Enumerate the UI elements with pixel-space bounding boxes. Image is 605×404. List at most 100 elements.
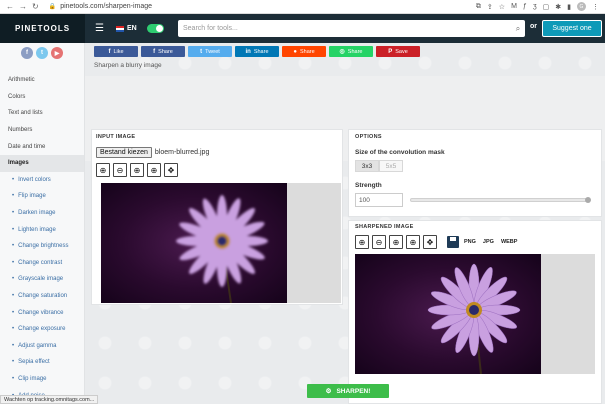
sidebar-item-flip-image[interactable]: Flip image: [0, 188, 84, 205]
zoom-fit-icon[interactable]: ⊕: [96, 163, 110, 177]
choose-file-button[interactable]: Bestand kiezen: [96, 147, 152, 158]
file-name: bloem-blurred.jpg: [154, 149, 210, 156]
sidebar-item-colors[interactable]: Colors: [0, 89, 84, 106]
share-label: Share: [347, 48, 363, 55]
extension-box-icon[interactable]: ▢: [543, 3, 550, 11]
reload-icon[interactable]: ↻: [32, 2, 39, 11]
zoom-in-icon[interactable]: ⊕: [130, 163, 144, 177]
pinterest-save-button[interactable]: P Save: [376, 46, 420, 57]
strength-input[interactable]: 100: [355, 193, 403, 207]
input-image-viewport[interactable]: [101, 183, 341, 303]
forward-icon[interactable]: →: [19, 2, 27, 11]
sidebar-item-arithmetic[interactable]: Arithmetic: [0, 72, 84, 89]
extension-script-icon[interactable]: ƒ: [523, 3, 527, 10]
share-page-icon[interactable]: ⇪: [487, 3, 493, 11]
twitter-icon[interactable]: t: [36, 47, 48, 59]
search-placeholder: Search for tools...: [183, 25, 238, 32]
sharpen-button[interactable]: ⚙ SHARPEN!: [307, 384, 389, 398]
lock-icon: 🔒: [48, 4, 57, 10]
sidepanel-icon[interactable]: ▮: [567, 3, 571, 11]
back-icon[interactable]: ←: [6, 2, 14, 11]
menu-dots-icon[interactable]: ⋮: [592, 3, 599, 11]
move-icon[interactable]: ✥: [423, 235, 437, 249]
sidebar: f t ▶ Arithmetic Colors Text and lists Numb…: [0, 43, 85, 404]
zoom-out-icon[interactable]: ⊖: [372, 235, 386, 249]
sharpened-image-viewport[interactable]: [355, 254, 595, 374]
bookmark-star-icon[interactable]: ☆: [499, 3, 505, 11]
sidebar-item-change-vibrance[interactable]: Change vibrance: [0, 304, 84, 321]
sidebar-item-grayscale-image[interactable]: Grayscale image: [0, 271, 84, 288]
address-text: pinetools.com/sharpen-image: [60, 3, 153, 10]
strength-slider[interactable]: [410, 198, 590, 202]
sidebar-item-clip-image[interactable]: Clip image: [0, 371, 84, 388]
zoom-reset-icon[interactable]: ⊕: [147, 163, 161, 177]
whatsapp-icon: ◎: [339, 49, 345, 55]
output-toolbar: ⊕ ⊖ ⊕ ⊕ ✥ PNG JPG WEBP: [355, 235, 519, 249]
download-jpg-button[interactable]: JPG: [481, 237, 496, 247]
linkedin-icon: in: [245, 48, 251, 55]
share-label: Share: [299, 48, 315, 55]
tweet-label: Tweet: [205, 48, 220, 55]
linkedin-share-button[interactable]: in Share: [235, 46, 279, 57]
whatsapp-share-button[interactable]: ◎ Share: [329, 46, 373, 57]
reddit-share-button[interactable]: ● Share: [282, 46, 326, 57]
sidebar-item-sepia-effect[interactable]: Sepia effect: [0, 354, 84, 371]
search-icon[interactable]: ⌕: [511, 24, 525, 34]
share-label: Share: [158, 48, 173, 55]
extension-m-icon[interactable]: M: [511, 3, 517, 10]
pinterest-icon: P: [388, 48, 393, 55]
tweet-button[interactable]: t Tweet: [188, 46, 232, 57]
site-logo[interactable]: PINETOOLS: [0, 14, 85, 43]
extension-code-icon[interactable]: ʒ: [533, 3, 537, 10]
strength-label: Strength: [355, 182, 382, 189]
sharpened-flower-image: [355, 254, 541, 374]
hamburger-menu-icon[interactable]: ☰: [95, 23, 104, 34]
download-webp-button[interactable]: WEBP: [499, 237, 520, 247]
sidebar-item-invert-colors[interactable]: Invert colors: [0, 172, 84, 189]
extensions-puzzle-icon[interactable]: ✱: [555, 3, 561, 11]
sidebar-item-date-and-time[interactable]: Date and time: [0, 138, 84, 155]
sidebar-item-adjust-gamma[interactable]: Adjust gamma: [0, 338, 84, 355]
us-flag-icon: [115, 25, 124, 32]
floppy-disk-icon: [447, 236, 459, 248]
dark-mode-toggle[interactable]: [146, 24, 164, 33]
status-bar: Wachten op tracking.omnitags.com...: [0, 395, 99, 404]
sidebar-item-numbers[interactable]: Numbers: [0, 122, 84, 139]
facebook-icon: f: [108, 48, 111, 55]
sidebar-item-lighten-image[interactable]: Lighten image: [0, 221, 84, 238]
search-input[interactable]: Search for tools... ⌕: [178, 20, 525, 37]
mask-size-toggle: 3x3 5x5: [355, 160, 403, 172]
sharpen-label: SHARPEN!: [336, 387, 371, 395]
download-png-button[interactable]: PNG: [462, 237, 478, 247]
facebook-like-button[interactable]: f Like: [94, 46, 138, 57]
facebook-icon[interactable]: f: [21, 47, 33, 59]
mask-option-3x3[interactable]: 3x3: [355, 160, 379, 172]
sidebar-item-change-exposure[interactable]: Change exposure: [0, 321, 84, 338]
options-title: OPTIONS: [355, 134, 382, 140]
translate-icon[interactable]: ⧉: [476, 3, 481, 11]
move-icon[interactable]: ✥: [164, 163, 178, 177]
zoom-reset-icon[interactable]: ⊕: [406, 235, 420, 249]
browser-toolbar: ← → ↻ 🔒 pinetools.com/sharpen-image ⧉ ⇪ …: [0, 0, 605, 14]
language-selector[interactable]: EN: [127, 25, 137, 32]
zoom-fit-icon[interactable]: ⊕: [355, 235, 369, 249]
suggest-button[interactable]: Suggest one: [542, 20, 602, 37]
zoom-out-icon[interactable]: ⊖: [113, 163, 127, 177]
sidebar-item-change-saturation[interactable]: Change saturation: [0, 288, 84, 305]
facebook-share-button[interactable]: f Share: [141, 46, 185, 57]
input-flower-image: [101, 183, 287, 303]
sidebar-item-change-contrast[interactable]: Change contrast: [0, 255, 84, 272]
mask-option-5x5[interactable]: 5x5: [379, 160, 403, 172]
sidebar-item-images[interactable]: Images: [0, 154, 84, 172]
reddit-icon: ●: [293, 48, 297, 55]
sidebar-item-text-and-lists[interactable]: Text and lists: [0, 105, 84, 122]
profile-avatar[interactable]: G: [577, 2, 586, 11]
sidebar-item-change-brightness[interactable]: Change brightness: [0, 238, 84, 255]
strength-slider-thumb[interactable]: [585, 197, 591, 203]
gear-icon: ⚙: [325, 388, 332, 395]
youtube-icon[interactable]: ▶: [51, 47, 63, 59]
share-bar: f Like f Share t Tweet in Share ● Share ◎ Shar…: [94, 46, 420, 57]
sidebar-item-darken-image[interactable]: Darken image: [0, 205, 84, 222]
zoom-in-icon[interactable]: ⊕: [389, 235, 403, 249]
address-bar[interactable]: 🔒 pinetools.com/sharpen-image: [49, 3, 476, 10]
